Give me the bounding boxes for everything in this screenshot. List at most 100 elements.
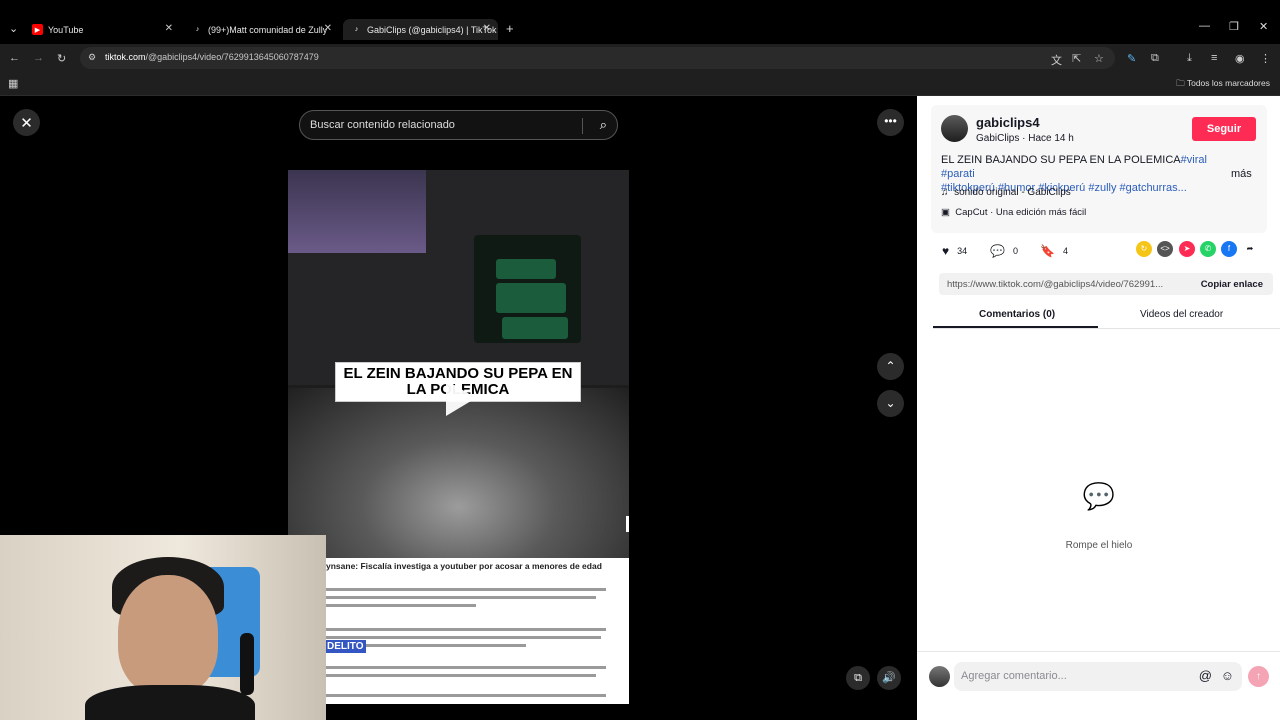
- profile-avatar-icon[interactable]: ◉: [1235, 52, 1245, 65]
- tab-label: GabiClips (@gabiclips4) | TikTok: [367, 24, 497, 35]
- video-link-text: https://www.tiktok.com/@gabiclips4/video…: [947, 279, 1164, 290]
- url-path: /@gabiclips4/video/7629913645060787479: [145, 52, 319, 62]
- tab-youtube[interactable]: ▶ YouTube ✕: [24, 19, 180, 40]
- play-icon[interactable]: [446, 380, 476, 416]
- embed-icon[interactable]: <>: [1157, 241, 1173, 257]
- comment-input[interactable]: Agregar comentario... @ ☺: [954, 662, 1242, 691]
- url-domain: tiktok.com: [105, 52, 146, 62]
- article-badge: DELITO: [324, 640, 367, 653]
- send-comment-button[interactable]: ↑: [1248, 666, 1269, 687]
- previous-video-icon[interactable]: ⌃: [877, 353, 904, 380]
- url-text: tiktok.com/@gabiclips4/video/76299136450…: [105, 52, 319, 62]
- download-icon[interactable]: ⤓: [1187, 52, 1192, 65]
- menu-kebab-icon[interactable]: ⋮: [1260, 52, 1271, 65]
- username[interactable]: gabiclips4: [976, 115, 1040, 130]
- floating-player-icon[interactable]: ⧉: [846, 666, 870, 690]
- close-tab-icon[interactable]: ✕: [165, 23, 173, 34]
- install-app-icon[interactable]: ⇱: [1072, 52, 1081, 65]
- close-tab-icon[interactable]: ✕: [324, 23, 332, 34]
- author-card: gabiclips4 GabiClips · Hace 14 h Seguir …: [931, 105, 1267, 233]
- share-icon[interactable]: ➦: [1242, 241, 1258, 257]
- engagement-bar: ♥ 34 💬 0 🔖 4 ↻ <> ➤ ✆ f ➦: [942, 241, 1272, 261]
- close-window-icon[interactable]: ✕: [1259, 20, 1268, 33]
- empty-comments: 💬 Rompe el hielo: [1054, 481, 1144, 551]
- tab-label: YouTube: [48, 24, 84, 35]
- video-details-panel: gabiclips4 GabiClips · Hace 14 h Seguir …: [917, 96, 1280, 720]
- microphone-shape: [240, 633, 254, 695]
- avatar[interactable]: [941, 115, 968, 142]
- heart-icon: ♥: [942, 244, 950, 258]
- video-screen-capture: [288, 170, 629, 385]
- user-subtitle: GabiClips · Hace 14 h: [976, 133, 1074, 144]
- video-link-field[interactable]: https://www.tiktok.com/@gabiclips4/video…: [939, 273, 1273, 295]
- sound-link[interactable]: ♫ sonido original - GabiClips: [941, 187, 1071, 198]
- comment-count: 0: [1012, 246, 1018, 256]
- new-tab-icon[interactable]: +: [506, 21, 514, 36]
- url-field[interactable]: ⚙ tiktok.com/@gabiclips4/video/762991364…: [80, 47, 1115, 69]
- chat-screenshot: [474, 235, 581, 343]
- extension-icon[interactable]: ✎: [1127, 52, 1136, 65]
- follow-button[interactable]: Seguir: [1192, 117, 1256, 141]
- video-player[interactable]: EL ZEIN BAJANDO SU PEPA EN LA POLEMICA y…: [288, 170, 629, 704]
- tab-comments[interactable]: Comentarios (0): [979, 309, 1055, 320]
- progress-mark: [626, 516, 629, 532]
- volume-icon[interactable]: 🔊: [877, 666, 901, 690]
- reload-icon[interactable]: ↻: [57, 52, 66, 65]
- empty-comments-icon: 💬: [1082, 481, 1116, 511]
- shirt-shape: [85, 685, 255, 720]
- search-placeholder: Buscar contenido relacionado: [310, 119, 455, 131]
- mention-icon[interactable]: @: [1199, 668, 1212, 683]
- like-count: 34: [957, 246, 968, 256]
- whatsapp-icon[interactable]: ✆: [1200, 241, 1216, 257]
- copy-link-button[interactable]: Copiar enlace: [1201, 279, 1263, 290]
- active-tab-underline: [933, 326, 1098, 328]
- tab-search-icon[interactable]: ⌄: [9, 22, 18, 35]
- tab-gabiclips[interactable]: ♪ GabiClips (@gabiclips4) | TikTok ✕: [343, 19, 498, 40]
- more-button[interactable]: más: [1231, 168, 1252, 180]
- search-divider: [582, 118, 583, 134]
- all-bookmarks-label: Todos los marcadores: [1186, 78, 1270, 88]
- comment-button[interactable]: 💬 0: [990, 244, 1018, 258]
- extensions-puzzle-icon[interactable]: ⧉: [1151, 52, 1159, 65]
- like-button[interactable]: ♥ 34: [942, 244, 967, 258]
- comments-tabs: Comentarios (0) Videos del creador: [933, 304, 1280, 329]
- comment-placeholder: Agregar comentario...: [961, 670, 1067, 682]
- bookmark-star-icon[interactable]: ☆: [1094, 52, 1104, 65]
- capcut-link[interactable]: ▣ CapCut · Una edición más fácil: [941, 207, 1086, 218]
- next-video-icon[interactable]: ⌄: [877, 390, 904, 417]
- tab-creator-videos[interactable]: Videos del creador: [1140, 309, 1223, 320]
- news-article-image: ynsane: Fiscalía investiga a youtuber po…: [326, 558, 629, 704]
- close-icon[interactable]: ✕: [13, 109, 40, 136]
- back-icon[interactable]: ←: [9, 52, 20, 64]
- restore-icon[interactable]: ❐: [1229, 20, 1239, 33]
- search-icon[interactable]: ⌕: [600, 117, 607, 133]
- save-button[interactable]: 🔖 4: [1040, 244, 1068, 258]
- capcut-label: CapCut · Una edición más fácil: [955, 207, 1087, 218]
- all-bookmarks[interactable]: 🗀 Todos los marcadores: [1176, 78, 1270, 92]
- webcam-overlay: [0, 535, 326, 720]
- apps-grid-icon[interactable]: ▦: [8, 77, 18, 90]
- description-text: EL ZEIN BAJANDO SU PEPA EN LA POLEMICA: [941, 154, 1181, 166]
- browser-tab-bar: ⌄ ▶ YouTube ✕ ♪ (99+)Matt comunidad de Z…: [0, 0, 1280, 44]
- comment-icon: 💬: [990, 244, 1005, 258]
- media-icon[interactable]: ≡: [1211, 52, 1217, 64]
- empty-comments-text: Rompe el hielo: [1065, 540, 1133, 551]
- emoji-icon[interactable]: ☺: [1221, 668, 1234, 683]
- tiktok-icon: ♪: [354, 26, 359, 33]
- save-count: 4: [1062, 246, 1068, 256]
- tab-zully[interactable]: ♪ (99+)Matt comunidad de Zully ✕: [184, 19, 339, 40]
- youtube-icon: ▶: [32, 24, 43, 35]
- forward-icon[interactable]: →: [33, 52, 44, 64]
- related-search-input[interactable]: Buscar contenido relacionado ⌕: [299, 110, 618, 140]
- repost-icon[interactable]: ↻: [1136, 241, 1152, 257]
- tab-label: (99+)Matt comunidad de Zully: [208, 24, 328, 35]
- close-tab-icon[interactable]: ✕: [483, 23, 491, 34]
- minimize-icon[interactable]: —: [1199, 20, 1210, 32]
- send-to-friends-icon[interactable]: ➤: [1179, 241, 1195, 257]
- facebook-icon[interactable]: f: [1221, 241, 1237, 257]
- translate-icon[interactable]: 文: [1051, 52, 1062, 68]
- site-info-icon[interactable]: ⚙: [88, 52, 96, 63]
- more-options-icon[interactable]: •••: [877, 109, 904, 136]
- tiktok-icon: ♪: [195, 26, 200, 33]
- avatar: [929, 666, 950, 687]
